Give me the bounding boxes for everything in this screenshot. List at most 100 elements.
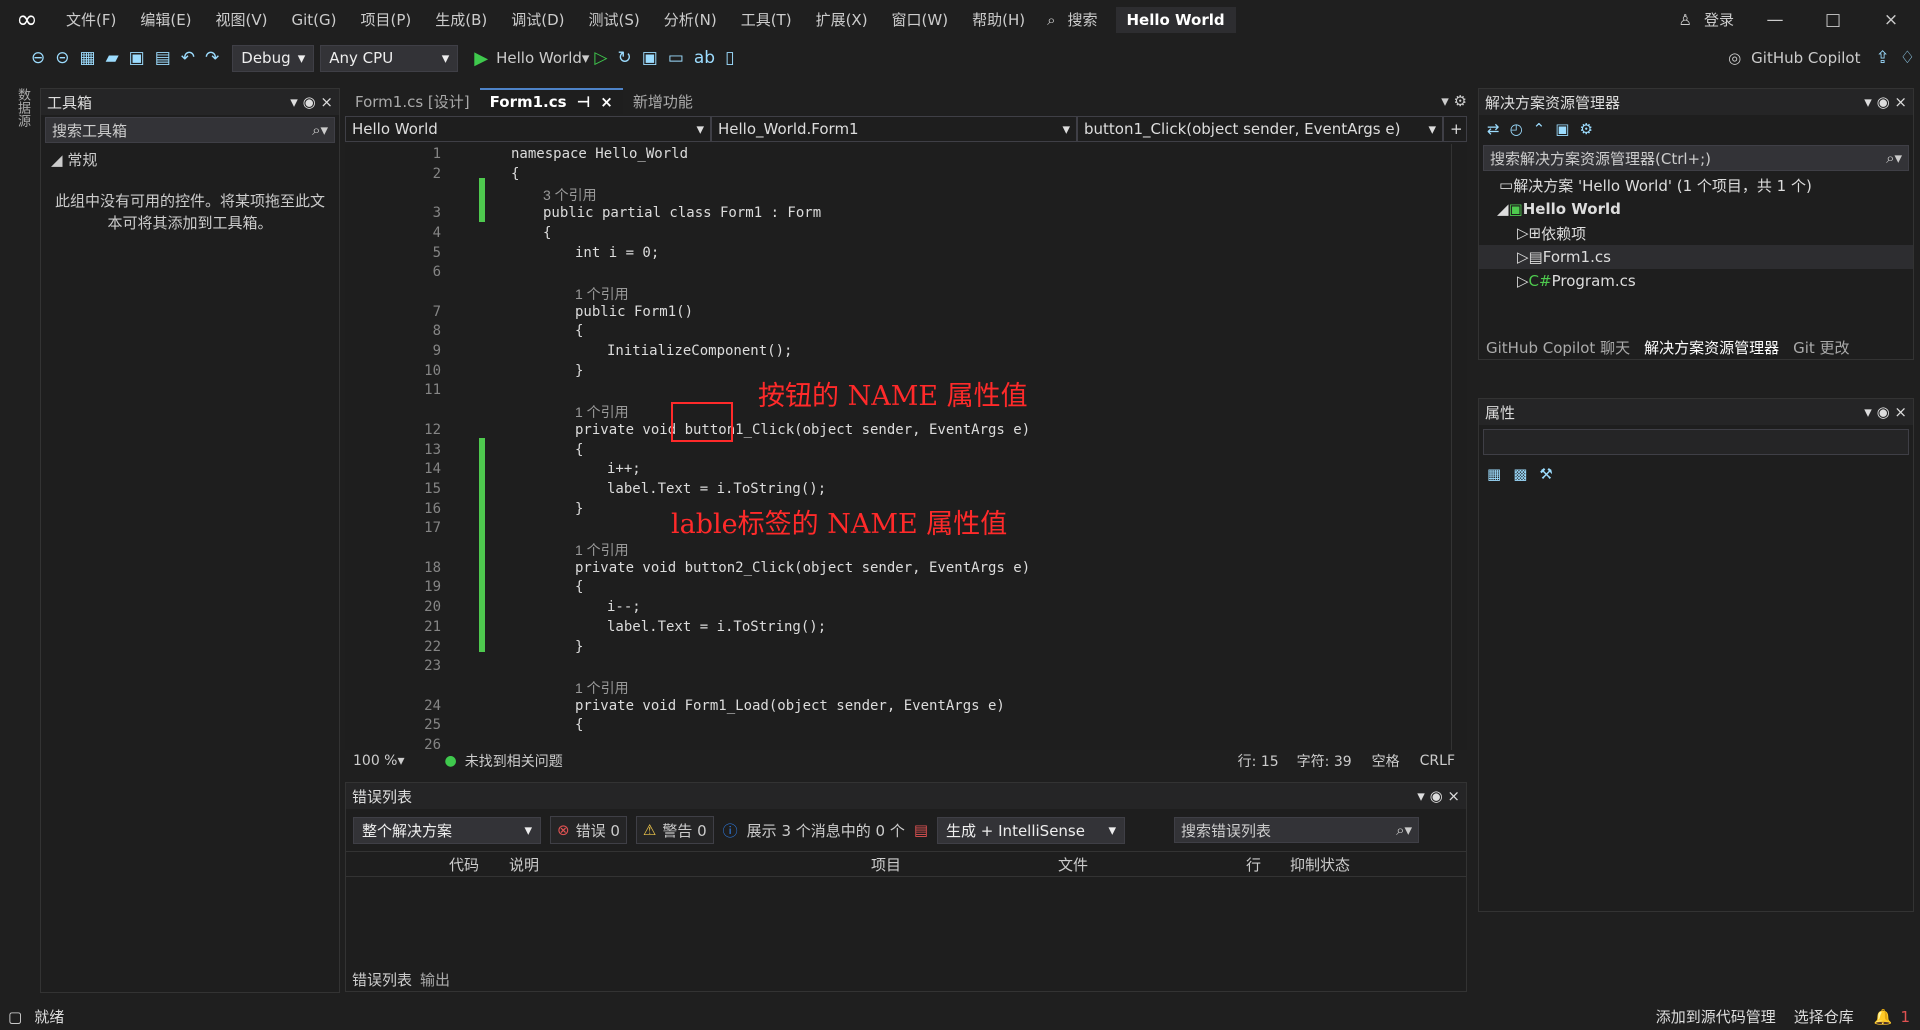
scrollbar[interactable]: [1451, 144, 1467, 750]
reference-lens[interactable]: 1 个引用: [575, 678, 629, 698]
program-node[interactable]: ▷ C# Program.cs: [1479, 269, 1913, 293]
user-icon[interactable]: ♙: [1679, 11, 1692, 29]
scope-dropdown[interactable]: 整个解决方案 ▾: [353, 816, 541, 844]
tab-form-code[interactable]: Form1.cs ⊣ ×: [479, 88, 623, 114]
search-icon[interactable]: ⌕: [1047, 11, 1055, 29]
forward-icon[interactable]: ⊝: [50, 48, 74, 68]
start-without-debug-icon[interactable]: ▷: [589, 48, 612, 68]
tab-new-features[interactable]: 新增功能: [623, 88, 703, 114]
menu-extensions[interactable]: 扩展(X): [804, 0, 880, 40]
column-project[interactable]: 项目: [871, 854, 1058, 875]
repo-button[interactable]: 选择仓库: [1794, 1006, 1854, 1027]
search-button[interactable]: 搜索: [1055, 0, 1109, 40]
class-dropdown[interactable]: Hello_World.Form1 ▾: [711, 116, 1077, 142]
dependencies-node[interactable]: ▷ ⊞ 依赖项: [1479, 221, 1913, 245]
panel-controls-icon[interactable]: ▾ ◉ ×: [1417, 787, 1460, 805]
back-icon[interactable]: ⊖: [26, 48, 50, 68]
feedback-icon[interactable]: ♢: [1895, 48, 1920, 68]
restore-icon[interactable]: □: [1804, 10, 1862, 30]
project-node[interactable]: ◢ ▣ Hello World: [1479, 197, 1913, 221]
history-icon[interactable]: ◴: [1510, 120, 1523, 138]
wrench-icon[interactable]: ⚒: [1539, 465, 1552, 483]
undo-icon[interactable]: ↶: [176, 48, 200, 68]
chevron-down-icon[interactable]: ▾: [582, 49, 590, 67]
save-icon[interactable]: ▣: [124, 48, 150, 68]
notification-icon[interactable]: 🔔: [1874, 1008, 1893, 1026]
menu-tools[interactable]: 工具(T): [729, 0, 804, 40]
panel-controls-icon[interactable]: ▾ ◉ ×: [1864, 93, 1907, 111]
object-selector[interactable]: [1483, 429, 1909, 455]
error-search[interactable]: 搜索错误列表 ⌕▾: [1174, 817, 1420, 843]
hot-reload-icon[interactable]: ↻: [613, 48, 637, 68]
split-button[interactable]: +: [1443, 116, 1467, 142]
close-icon[interactable]: ×: [1862, 10, 1920, 30]
minimize-icon[interactable]: —: [1746, 10, 1804, 30]
tab-error-list[interactable]: 错误列表: [352, 969, 412, 990]
menu-build[interactable]: 生成(B): [423, 0, 499, 40]
redo-icon[interactable]: ↷: [200, 48, 224, 68]
close-icon[interactable]: ×: [600, 93, 613, 111]
show-all-icon[interactable]: ▣: [1555, 120, 1569, 138]
copilot-icon[interactable]: ◎: [1728, 49, 1741, 67]
eol-indicator[interactable]: CRLF: [1420, 753, 1455, 769]
member-dropdown[interactable]: button1_Click(object sender, EventArgs e…: [1077, 116, 1443, 142]
menu-project[interactable]: 项目(P): [349, 0, 424, 40]
column-file[interactable]: 文件: [1058, 854, 1246, 875]
filter-icon[interactable]: ▤: [914, 821, 928, 839]
panel-controls-icon[interactable]: ▾ ◉ ×: [1864, 403, 1907, 421]
column-description[interactable]: 说明: [509, 854, 871, 875]
tab-git-changes[interactable]: Git 更改: [1786, 337, 1856, 358]
run-icon[interactable]: ▶: [474, 48, 488, 69]
tab-options-icon[interactable]: ▾ ⚙: [1441, 92, 1467, 110]
tab-copilot-chat[interactable]: GitHub Copilot 聊天: [1479, 337, 1637, 358]
column-suppression[interactable]: 抑制状态: [1290, 854, 1350, 875]
project-dropdown[interactable]: Hello World ▾: [345, 116, 711, 142]
collapse-icon[interactable]: ⌃: [1533, 120, 1546, 138]
warning-filter-button[interactable]: ⚠ 警告 0: [635, 816, 714, 844]
form-node[interactable]: ▷ ▤ Form1.cs: [1479, 245, 1913, 269]
panel-controls-icon[interactable]: ▾ ◉ ×: [290, 93, 333, 111]
settings-icon[interactable]: ⚙: [1579, 120, 1592, 138]
code-editor[interactable]: 1 2 3 4 5 6 7 8 9 10 11 12 13 14 15 16 17 18 19 20 21 22 23 24 2…: [345, 144, 1467, 750]
solution-node[interactable]: ▭ 解决方案 'Hello World' (1 个项目，共 1 个): [1479, 173, 1913, 197]
login-button[interactable]: 登录: [1692, 0, 1746, 40]
tab-output[interactable]: 输出: [420, 969, 450, 990]
reference-lens[interactable]: 1 个引用: [575, 284, 629, 304]
window-layout-icon[interactable]: ▭: [663, 48, 689, 68]
menu-debug[interactable]: 调试(D): [499, 0, 576, 40]
chevron-down-icon[interactable]: ▾: [397, 753, 404, 769]
toolbox-group[interactable]: ◢ 常规: [41, 145, 339, 174]
build-dropdown[interactable]: 生成 + IntelliSense ▾: [937, 816, 1126, 844]
alphabetical-icon[interactable]: ▩: [1513, 465, 1527, 483]
menu-git[interactable]: Git(G): [280, 0, 349, 40]
column-line[interactable]: 行: [1246, 854, 1290, 875]
error-filter-button[interactable]: ⊗ 错误 0: [550, 816, 627, 844]
menu-view[interactable]: 视图(V): [204, 0, 280, 40]
spacing-indicator[interactable]: 空格: [1372, 751, 1400, 771]
menu-help[interactable]: 帮助(H): [960, 0, 1037, 40]
menu-file[interactable]: 文件(F): [54, 0, 128, 40]
menu-test[interactable]: 测试(S): [577, 0, 652, 40]
bookmark-icon[interactable]: ▯: [720, 48, 739, 68]
reference-lens[interactable]: 1 个引用: [575, 540, 629, 560]
menu-analyze[interactable]: 分析(N): [652, 0, 729, 40]
tab-solution-explorer[interactable]: 解决方案资源管理器: [1637, 337, 1786, 358]
categorized-icon[interactable]: ▦: [1487, 465, 1501, 483]
column-code[interactable]: 代码: [449, 854, 509, 875]
run-button[interactable]: Hello World: [496, 49, 582, 67]
folder-icon[interactable]: ▣: [637, 48, 663, 68]
reference-lens[interactable]: 1 个引用: [575, 402, 629, 422]
copilot-button[interactable]: GitHub Copilot: [1751, 49, 1860, 67]
platform-dropdown[interactable]: Any CPU ▾: [320, 44, 459, 72]
zoom-level[interactable]: 100 %: [353, 753, 397, 769]
solution-search[interactable]: 搜索解决方案资源管理器(Ctrl+;) ⌕▾: [1483, 145, 1909, 171]
info-filter[interactable]: 展示 3 个消息中的 0 个: [747, 820, 905, 841]
tab-form-design[interactable]: Form1.cs [设计]: [345, 88, 480, 114]
share-icon[interactable]: ⇪: [1871, 48, 1895, 68]
menu-edit[interactable]: 编辑(E): [128, 0, 203, 40]
new-project-icon[interactable]: ▦: [75, 48, 101, 68]
sync-icon[interactable]: ⇄: [1487, 120, 1500, 138]
open-icon[interactable]: ▰: [101, 48, 124, 68]
toolbox-search[interactable]: 搜索工具箱 ⌕▾: [45, 117, 335, 143]
data-source-tab[interactable]: 数据源: [0, 80, 40, 990]
